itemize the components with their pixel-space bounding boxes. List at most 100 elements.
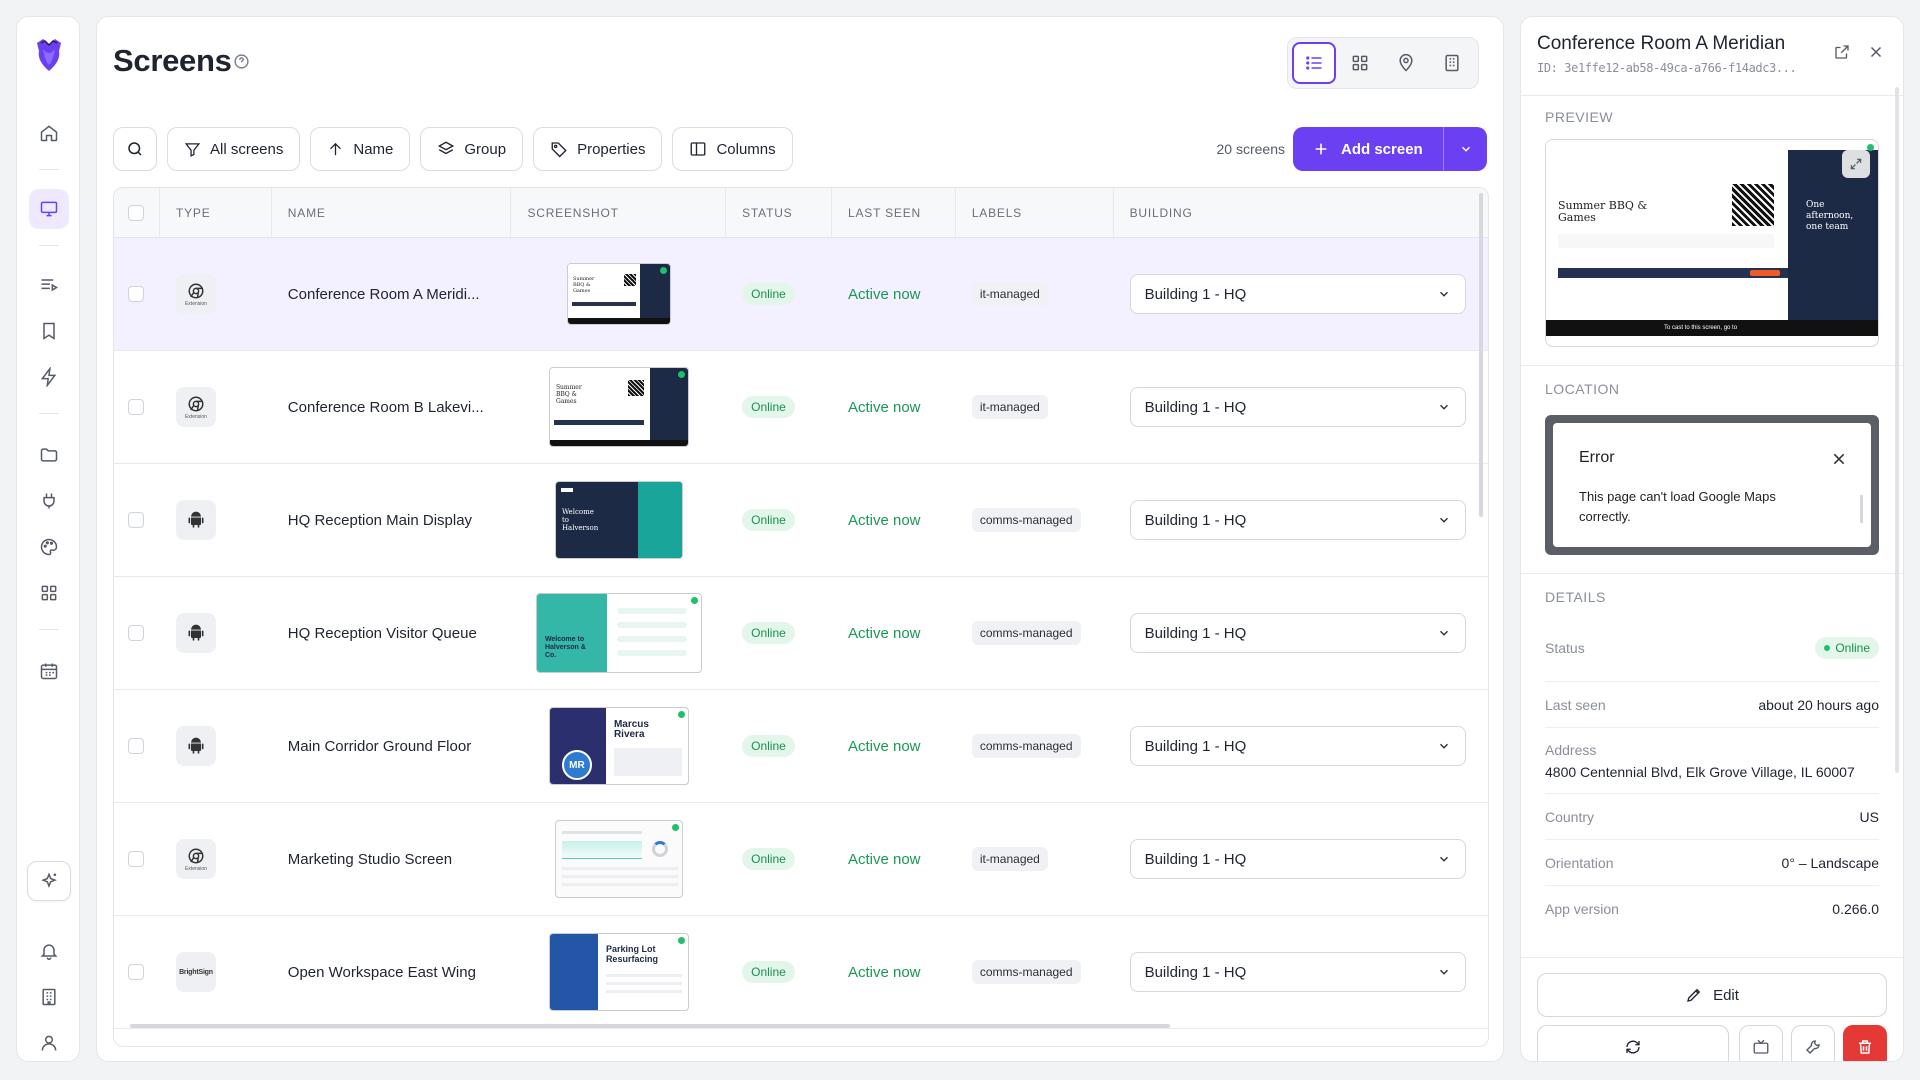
bell-icon[interactable] <box>29 931 69 971</box>
app-logo[interactable] <box>33 37 65 73</box>
table-row[interactable]: Extension Conference Room A Meridi... Su… <box>114 238 1488 351</box>
folder-icon[interactable] <box>29 435 69 475</box>
status-badge: Online <box>742 735 795 757</box>
row-checkbox[interactable] <box>128 625 144 641</box>
chevron-down-icon <box>1439 969 1448 975</box>
building-select[interactable]: Building 1 - HQ <box>1129 500 1466 540</box>
expand-icon[interactable] <box>1842 150 1870 178</box>
screenshot-thumbnail[interactable] <box>554 820 683 898</box>
screen-name[interactable]: HQ Reception Main Display <box>288 512 472 529</box>
group-button[interactable]: Group <box>420 127 524 171</box>
building-icon[interactable] <box>29 977 69 1017</box>
building-select[interactable]: Building 1 - HQ <box>1129 613 1466 653</box>
calendar-icon[interactable] <box>29 651 69 691</box>
screen-name[interactable]: Conference Room B Lakevi... <box>288 399 484 416</box>
row-checkbox[interactable] <box>128 399 144 415</box>
screen-name[interactable]: Open Workspace East Wing <box>288 964 476 981</box>
horizontal-scrollbar[interactable] <box>130 1024 1170 1028</box>
user-icon[interactable] <box>29 1023 69 1063</box>
details-label: DETAILS <box>1545 589 1606 605</box>
screens-icon[interactable] <box>29 189 69 229</box>
screenshot-thumbnail[interactable]: Welcome to Halverson & Co. <box>535 593 702 673</box>
help-icon[interactable] <box>233 53 250 70</box>
building-select[interactable]: Building 1 - HQ <box>1129 274 1466 314</box>
add-screen-dropdown[interactable] <box>1443 127 1487 171</box>
label-chip[interactable]: it-managed <box>971 847 1048 871</box>
filter-button[interactable]: All screens <box>167 127 301 171</box>
table-row[interactable]: Extension Marketing Studio Screen Online… <box>114 803 1488 916</box>
label-chip[interactable]: comms-managed <box>971 621 1081 645</box>
edit-button[interactable]: Edit <box>1537 973 1887 1017</box>
table-row[interactable]: Extension Conference Room B Lakevi... Su… <box>114 351 1488 464</box>
plug-icon[interactable] <box>29 481 69 521</box>
select-all-checkbox[interactable] <box>128 204 144 221</box>
col-type[interactable]: TYPE <box>160 188 272 237</box>
screen-name[interactable]: Main Corridor Ground Floor <box>288 738 471 755</box>
refresh-button[interactable] <box>1537 1025 1729 1061</box>
row-checkbox[interactable] <box>128 964 144 980</box>
location-map[interactable]: Error This page can't load Google Maps c… <box>1545 415 1879 555</box>
screenshot-thumbnail[interactable]: Parking Lot Resurfacing <box>548 933 689 1011</box>
col-status[interactable]: STATUS <box>726 188 832 237</box>
add-screen-main[interactable]: Add screen <box>1293 127 1443 171</box>
tv-button[interactable] <box>1739 1025 1783 1061</box>
map-pin-icon[interactable] <box>1384 42 1428 84</box>
label-chip[interactable]: it-managed <box>971 395 1048 419</box>
apps-grid-icon[interactable] <box>29 573 69 613</box>
home-icon[interactable] <box>29 113 69 153</box>
table-row[interactable]: BrightSign Open Workspace East Wing Park… <box>114 916 1488 1029</box>
label-chip[interactable]: comms-managed <box>971 960 1081 984</box>
row-checkbox[interactable] <box>128 738 144 754</box>
filter-icon <box>184 142 201 157</box>
building-select[interactable]: Building 1 - HQ <box>1129 387 1466 427</box>
grid-view-icon[interactable] <box>1338 42 1382 84</box>
close-icon[interactable] <box>1831 451 1847 467</box>
screen-name[interactable]: Marketing Studio Screen <box>288 851 452 868</box>
row-checkbox[interactable] <box>128 851 144 867</box>
close-icon[interactable] <box>1867 43 1885 61</box>
col-building[interactable]: BUILDING <box>1114 188 1488 237</box>
wrench-button[interactable] <box>1791 1025 1835 1061</box>
floor-plan-icon[interactable] <box>1430 42 1474 84</box>
building-select[interactable]: Building 1 - HQ <box>1129 726 1466 766</box>
screenshot-thumbnail[interactable]: Welcome to Halverson <box>554 481 683 559</box>
screenshot-thumbnail[interactable]: Summer BBQ & Games <box>548 367 689 447</box>
search-button[interactable] <box>113 127 157 171</box>
columns-button[interactable]: Columns <box>672 127 793 171</box>
lightning-icon[interactable] <box>29 357 69 397</box>
side-scrollbar[interactable] <box>1895 87 1899 773</box>
sort-button[interactable]: Name <box>310 127 411 171</box>
bookmark-icon[interactable] <box>29 311 69 351</box>
external-link-icon[interactable] <box>1833 43 1851 61</box>
add-screen-button[interactable]: Add screen <box>1293 127 1487 171</box>
ai-assistant-icon[interactable] <box>27 861 71 901</box>
building-select[interactable]: Building 1 - HQ <box>1129 839 1466 879</box>
row-checkbox[interactable] <box>128 512 144 528</box>
col-labels[interactable]: LABELS <box>956 188 1114 237</box>
screen-preview[interactable]: Summer BBQ & Games One afternoon, one te… <box>1545 139 1879 347</box>
properties-button[interactable]: Properties <box>533 127 663 171</box>
palette-icon[interactable] <box>29 527 69 567</box>
table-row[interactable]: HQ Reception Main Display Welcome to Hal… <box>114 464 1488 577</box>
vertical-scrollbar[interactable] <box>1479 193 1483 517</box>
screen-name[interactable]: Conference Room A Meridi... <box>288 286 480 303</box>
label-chip[interactable]: it-managed <box>971 282 1048 306</box>
screenshot-thumbnail[interactable]: Summer BBQ & Games <box>566 263 671 325</box>
list-view-icon[interactable] <box>1292 42 1336 84</box>
label-chip[interactable]: comms-managed <box>971 508 1081 532</box>
building-select[interactable]: Building 1 - HQ <box>1129 952 1466 992</box>
screen-name[interactable]: HQ Reception Visitor Queue <box>288 625 477 642</box>
table-row[interactable]: HQ Reception Visitor Queue Welcome to Ha… <box>114 577 1488 690</box>
row-checkbox[interactable] <box>128 286 144 302</box>
col-last-seen[interactable]: LAST SEEN <box>832 188 956 237</box>
col-name[interactable]: NAME <box>272 188 512 237</box>
delete-button[interactable] <box>1843 1025 1887 1061</box>
type-sub-label: Extension <box>184 300 207 307</box>
nav-rail <box>16 16 80 1062</box>
detail-key: App version <box>1545 901 1619 917</box>
label-chip[interactable]: comms-managed <box>971 734 1081 758</box>
col-screenshot[interactable]: SCREENSHOT <box>511 188 727 237</box>
table-row[interactable]: Main Corridor Ground Floor MR Marcus Riv… <box>114 690 1488 803</box>
playlists-icon[interactable] <box>29 265 69 305</box>
screenshot-thumbnail[interactable]: MR Marcus Rivera <box>548 707 689 785</box>
